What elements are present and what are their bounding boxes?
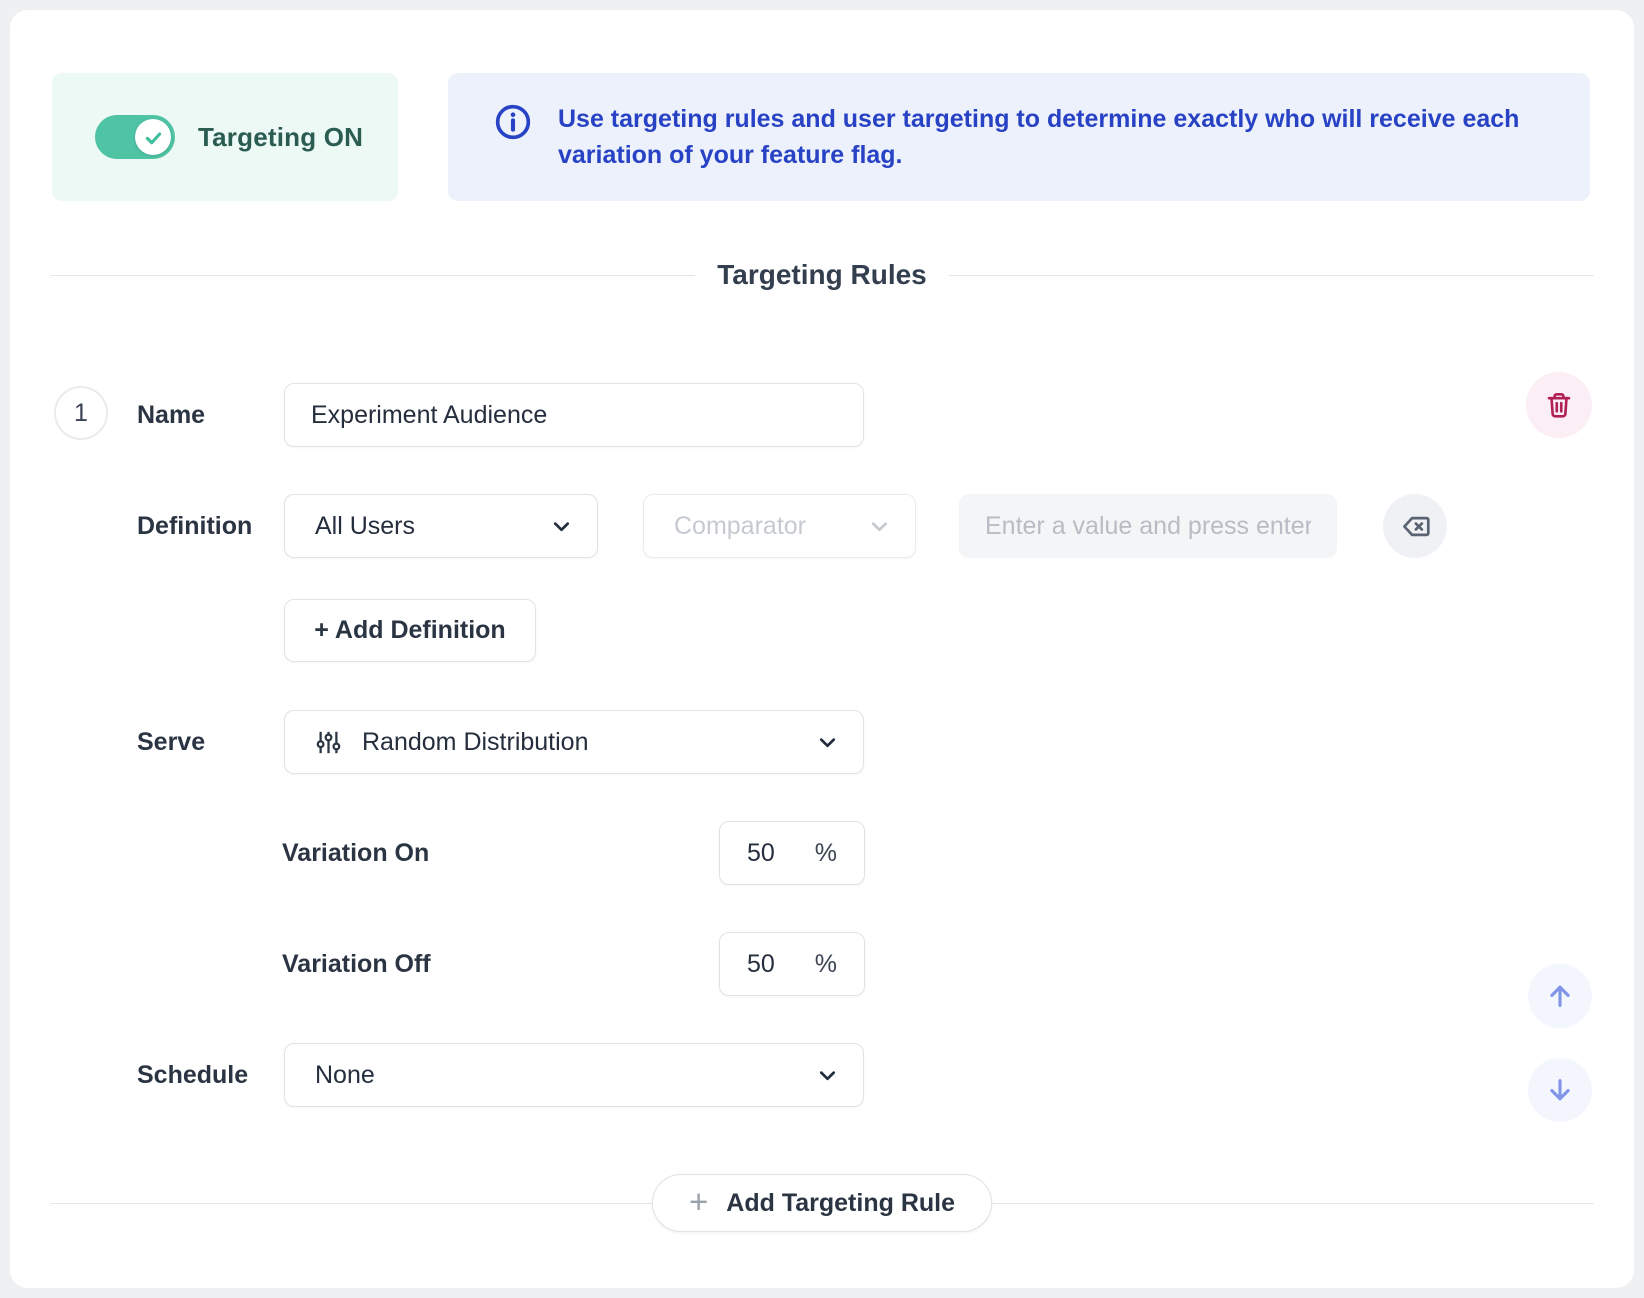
variation-on-label: Variation On (282, 821, 429, 885)
check-icon (143, 127, 164, 148)
footer-divider-row: + Add Targeting Rule (50, 1174, 1594, 1232)
page-background: Targeting ON Use targeting rules and use… (0, 0, 1644, 1298)
arrow-down-icon (1545, 1075, 1575, 1105)
arrow-up-icon (1545, 981, 1575, 1011)
definition-value-input[interactable] (959, 494, 1337, 558)
section-title: Targeting Rules (717, 259, 927, 291)
chevron-down-icon (550, 515, 573, 538)
schedule-select[interactable]: None (284, 1043, 864, 1107)
variation-on-input[interactable] (747, 839, 799, 868)
trash-icon (1544, 390, 1574, 420)
targeting-toggle[interactable] (95, 115, 175, 159)
rule-number-badge: 1 (54, 386, 108, 440)
percent-unit: % (815, 950, 837, 979)
name-label: Name (137, 383, 205, 447)
move-rule-up-button[interactable] (1528, 964, 1592, 1028)
clear-value-button[interactable] (1383, 494, 1447, 558)
targeting-toggle-card: Targeting ON (52, 73, 398, 201)
comparator-select[interactable]: Comparator (643, 494, 916, 558)
schedule-select-value: None (315, 1061, 375, 1090)
add-targeting-rule-label: Add Targeting Rule (726, 1189, 955, 1218)
chevron-down-icon (868, 515, 891, 538)
variation-on-weight[interactable]: % (719, 821, 865, 885)
comparator-select-value: Comparator (674, 512, 806, 541)
property-select-value: All Users (315, 512, 415, 541)
move-rule-down-button[interactable] (1528, 1058, 1592, 1122)
property-select[interactable]: All Users (284, 494, 598, 558)
variation-off-weight[interactable]: % (719, 932, 865, 996)
divider-line (50, 1203, 652, 1204)
delete-rule-button[interactable] (1526, 372, 1592, 438)
section-heading: Targeting Rules (50, 253, 1594, 297)
info-banner-text: Use targeting rules and user targeting t… (558, 101, 1568, 173)
chevron-down-icon (816, 731, 839, 754)
rule-name-input[interactable] (284, 383, 864, 447)
chevron-down-icon (816, 1064, 839, 1087)
toggle-knob (135, 119, 171, 155)
add-targeting-rule-button[interactable]: + Add Targeting Rule (652, 1174, 992, 1232)
add-definition-button[interactable]: + Add Definition (284, 599, 536, 662)
divider-line (949, 275, 1594, 276)
serve-select-value: Random Distribution (362, 728, 589, 757)
variation-off-label: Variation Off (282, 932, 431, 996)
divider-line (50, 275, 695, 276)
plus-icon: + (689, 1185, 708, 1218)
sliders-icon (315, 729, 342, 756)
percent-unit: % (815, 839, 837, 868)
serve-select[interactable]: Random Distribution (284, 710, 864, 774)
info-icon (494, 101, 532, 141)
schedule-label: Schedule (137, 1043, 248, 1107)
variation-off-input[interactable] (747, 950, 799, 979)
serve-label: Serve (137, 710, 205, 774)
targeting-panel: Targeting ON Use targeting rules and use… (10, 10, 1634, 1288)
divider-line (992, 1203, 1594, 1204)
targeting-toggle-label: Targeting ON (198, 122, 363, 153)
backspace-icon (1400, 511, 1431, 542)
definition-label: Definition (137, 494, 252, 558)
info-banner: Use targeting rules and user targeting t… (448, 73, 1590, 201)
